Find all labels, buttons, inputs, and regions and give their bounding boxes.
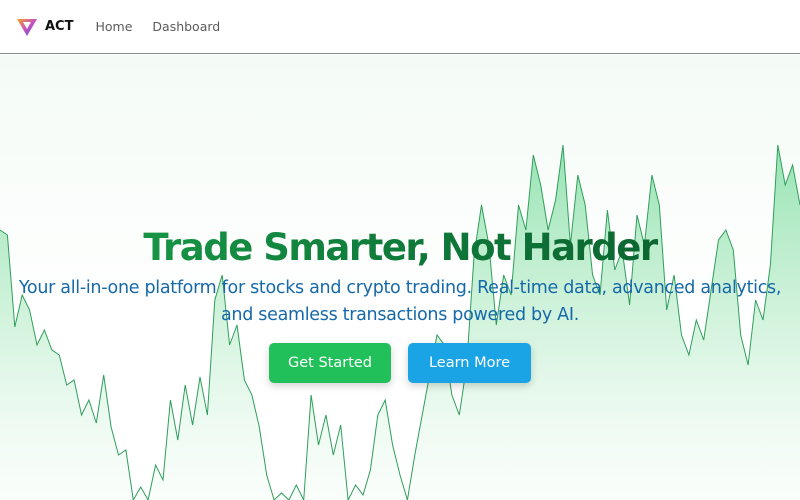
brand-name: ACT (45, 19, 74, 34)
cta-buttons: Get Started Learn More (0, 343, 800, 383)
learn-more-button[interactable]: Learn More (408, 343, 531, 383)
act-logo-icon (17, 18, 37, 36)
get-started-button[interactable]: Get Started (269, 343, 391, 383)
nav-links: Home Dashboard (95, 19, 240, 34)
nav-link-dashboard[interactable]: Dashboard (152, 19, 220, 34)
hero-title: Trade Smarter, Not Harder (0, 225, 800, 271)
hero-subtitle: Your all-in-one platform for stocks and … (18, 278, 782, 325)
hero-content: Trade Smarter, Not Harder Your all-in-on… (0, 225, 800, 383)
top-navbar: ACT Home Dashboard (0, 0, 800, 54)
brand[interactable]: ACT (16, 17, 73, 37)
nav-link-home[interactable]: Home (95, 19, 132, 34)
hero-section: Trade Smarter, Not Harder Your all-in-on… (0, 55, 800, 500)
